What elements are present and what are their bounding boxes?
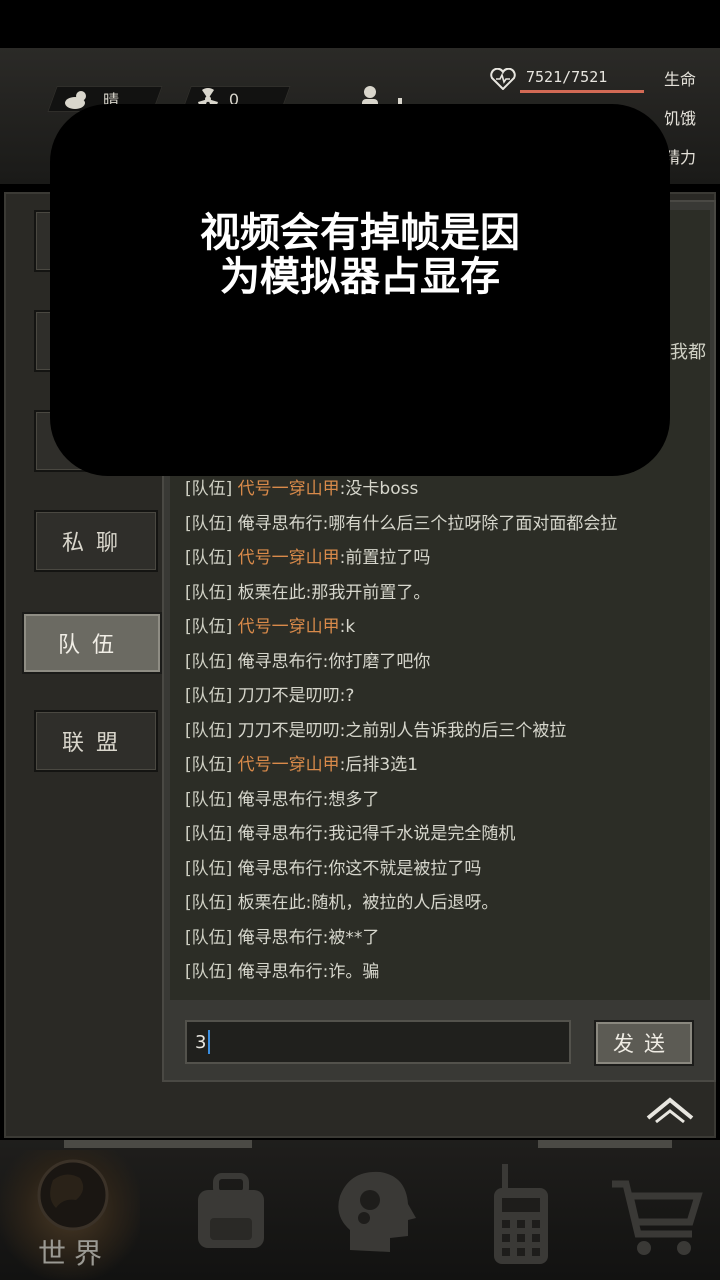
- hp-bar: [520, 90, 644, 93]
- chat-input[interactable]: 3: [185, 1020, 571, 1064]
- message-sender[interactable]: 俺寻思布行: [238, 824, 323, 844]
- message-text: :随机，被拉的人后退呀。: [305, 893, 499, 913]
- message-channel: [队伍]: [185, 824, 233, 844]
- hp-text: 7521/7521: [526, 68, 608, 86]
- message-text: :前置拉了吗: [339, 548, 431, 568]
- caption-line-2: 为模拟器占显存: [220, 254, 500, 300]
- message-text: :?: [339, 686, 355, 706]
- life-label: 生命: [663, 70, 696, 89]
- message-channel: [队伍]: [185, 651, 233, 672]
- message-sender[interactable]: 代号一穿山甲: [238, 617, 340, 637]
- chat-message: [队伍] 板栗在此:随机，被拉的人后退呀。: [185, 888, 498, 913]
- message-text: :诈。骗: [322, 962, 380, 982]
- message-channel: [队伍]: [185, 755, 233, 775]
- message-sender[interactable]: 俺寻思布行: [238, 514, 323, 534]
- chevron-up-icon[interactable]: [644, 1092, 696, 1128]
- hunger-label: 饥饿: [663, 109, 696, 128]
- chat-message: [队伍] 俺寻思布行:诈。骗: [185, 957, 379, 982]
- message-sender[interactable]: 俺寻思布行: [238, 652, 323, 672]
- message-text: :想多了: [322, 789, 380, 810]
- brain-head-icon[interactable]: [320, 1160, 430, 1270]
- chat-message: [队伍] 代号一穿山甲:前置拉了吗: [185, 543, 430, 568]
- chat-message: [队伍] 代号一穿山甲:后排3选1: [185, 750, 418, 775]
- chat-message: [队伍] 刀刀不是叨叨:之前别人告诉我的后三个被拉: [185, 716, 566, 741]
- message-channel: [队伍]: [185, 548, 233, 568]
- message-text: :后排3选1: [339, 755, 419, 775]
- backpack-icon[interactable]: [176, 1160, 286, 1270]
- caption-line-1: 视频会有掉帧是因: [200, 210, 520, 256]
- chat-message: [队伍] 俺寻思布行:想多了: [185, 785, 379, 810]
- message-channel: [队伍]: [185, 720, 233, 741]
- chat-message: [队伍] 俺寻思布行:你打磨了吧你: [185, 647, 430, 672]
- chat-message: [队伍] 刀刀不是叨叨:?: [185, 681, 354, 706]
- message-sender[interactable]: 俺寻思布行: [238, 790, 323, 810]
- message-text: :我记得千水说是完全随机: [322, 824, 516, 844]
- chat-message: [队伍] 代号一穿山甲:没卡boss: [185, 474, 418, 499]
- message-channel: [队伍]: [185, 858, 233, 879]
- message-sender[interactable]: 俺寻思布行: [238, 962, 323, 982]
- message-sender[interactable]: 板栗在此: [238, 893, 306, 913]
- nav-world-label[interactable]: 世界: [38, 1232, 110, 1272]
- message-channel: [队伍]: [185, 582, 233, 603]
- message-sender[interactable]: 俺寻思布行: [238, 859, 323, 879]
- cart-icon[interactable]: [604, 1160, 714, 1270]
- message-channel: [队伍]: [185, 893, 233, 913]
- message-text: :之前别人告诉我的后三个被拉: [339, 720, 567, 741]
- message-channel: [队伍]: [185, 927, 233, 948]
- chat-input-value: 3: [195, 1031, 207, 1053]
- message-sender[interactable]: 代号一穿山甲: [238, 548, 340, 568]
- chat-message: [队伍] 代号一穿山甲:k: [185, 612, 355, 637]
- chat-message: [队伍] 俺寻思布行:哪有什么后三个拉呀除了面对面都会拉: [185, 509, 617, 534]
- walkie-talkie-icon[interactable]: [466, 1160, 576, 1270]
- message-text: :你这不就是被拉了吗: [322, 858, 482, 879]
- message-sender[interactable]: 刀刀不是叨叨: [238, 721, 340, 741]
- message-channel: [队伍]: [185, 617, 233, 637]
- chat-message: [队伍] 俺寻思布行:我记得千水说是完全随机: [185, 819, 515, 844]
- nav-divider: [64, 1140, 252, 1148]
- nav-divider: [538, 1140, 672, 1148]
- chat-message: [队伍] 俺寻思布行:你这不就是被拉了吗: [185, 854, 481, 879]
- input-caret: [208, 1030, 211, 1054]
- message-text: :被**了: [322, 927, 380, 948]
- video-caption-overlay: 视频会有掉帧是因 为模拟器占显存: [50, 104, 670, 476]
- chat-message: [队伍] 俺寻思布行:被**了: [185, 923, 379, 948]
- message-text: :那我开前置了。: [305, 582, 431, 603]
- message-sender[interactable]: 俺寻思布行: [238, 928, 323, 948]
- message-channel: [队伍]: [185, 479, 233, 499]
- send-button[interactable]: 发送: [594, 1020, 694, 1066]
- tab-team[interactable]: 队伍: [22, 612, 162, 674]
- heart-icon: [490, 68, 516, 90]
- message-sender[interactable]: 刀刀不是叨叨: [238, 686, 340, 706]
- message-channel: [队伍]: [185, 962, 233, 982]
- tab-alliance[interactable]: 联盟: [34, 710, 158, 772]
- hp-display: 7521/7521: [482, 64, 652, 94]
- message-text: :k: [339, 617, 356, 637]
- message-channel: [队伍]: [185, 686, 233, 706]
- chat-message: [队伍] 板栗在此:那我开前置了。: [185, 578, 430, 603]
- message-text: :你打磨了吧你: [322, 651, 431, 672]
- message-channel: [队伍]: [185, 513, 233, 534]
- message-sender[interactable]: 代号一穿山甲: [238, 479, 340, 499]
- tab-private-chat[interactable]: 私聊: [34, 510, 158, 572]
- message-text: :没卡boss: [339, 479, 419, 499]
- message-sender[interactable]: 板栗在此: [238, 583, 306, 603]
- message-fragment: 我都: [670, 342, 706, 363]
- message-sender[interactable]: 代号一穿山甲: [238, 755, 340, 775]
- message-text: :哪有什么后三个拉呀除了面对面都会拉: [322, 513, 618, 534]
- message-channel: [队伍]: [185, 789, 233, 810]
